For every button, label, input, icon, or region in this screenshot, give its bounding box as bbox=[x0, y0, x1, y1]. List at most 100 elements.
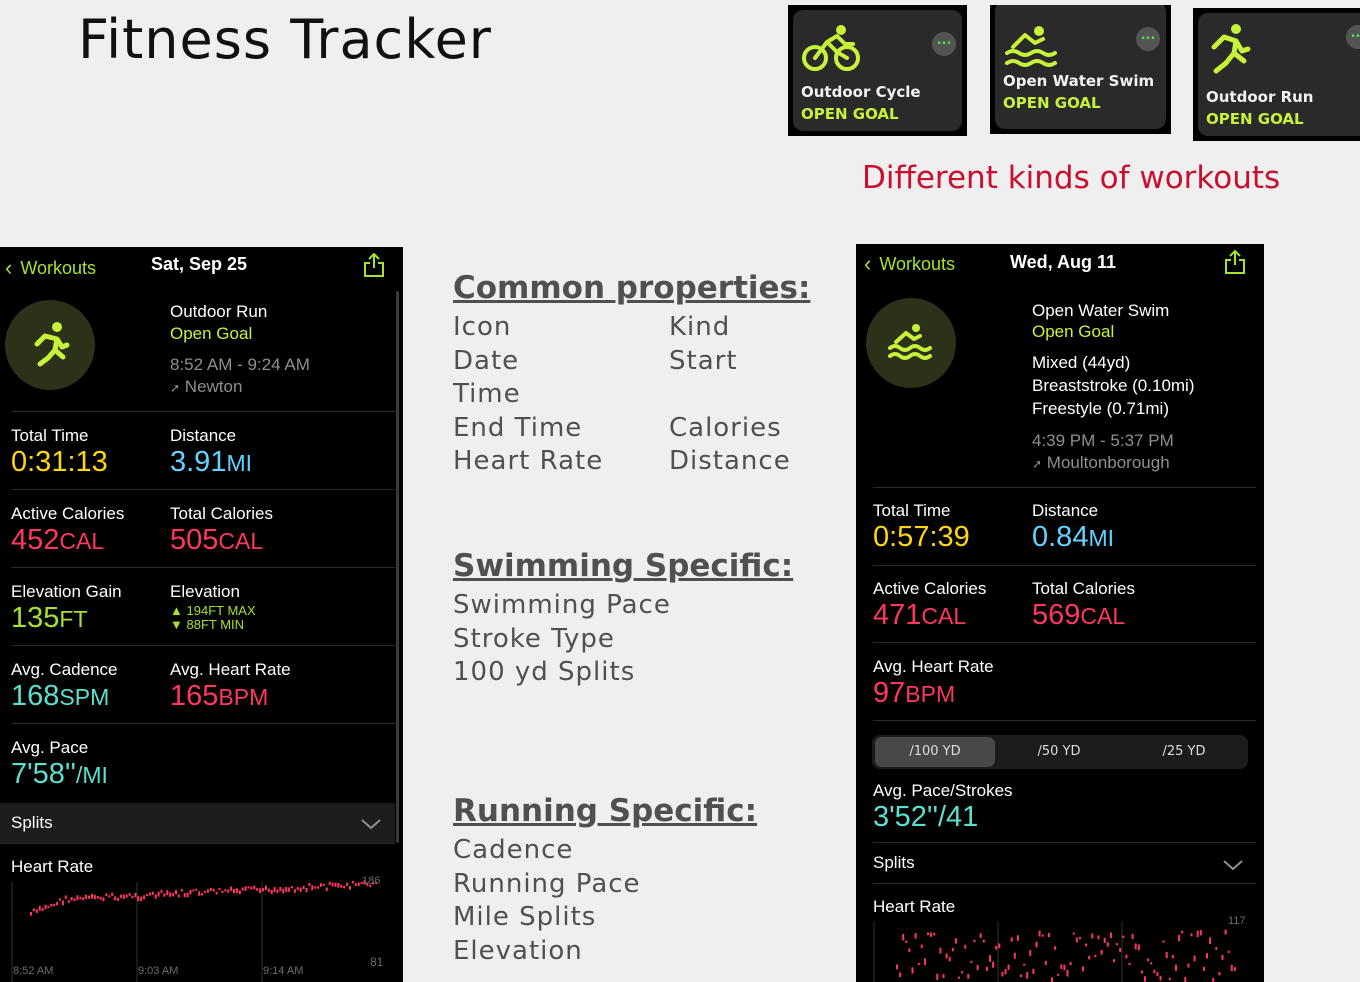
hr-sample bbox=[140, 896, 143, 902]
hr-sample bbox=[908, 948, 911, 952]
hr-sample bbox=[1218, 971, 1221, 976]
hr-sample bbox=[1199, 930, 1202, 936]
hr-sample bbox=[189, 889, 192, 895]
divider bbox=[873, 720, 1256, 721]
hr-sample bbox=[1078, 936, 1081, 940]
hr-sample bbox=[1066, 969, 1069, 977]
more-options-icon[interactable]: ... bbox=[1346, 25, 1360, 49]
hr-sample bbox=[982, 939, 985, 943]
hr-sample bbox=[172, 892, 175, 897]
chevron-down-icon[interactable] bbox=[360, 817, 382, 831]
workout-icon-circle bbox=[5, 300, 95, 390]
distance-number: 3.91 bbox=[170, 446, 227, 478]
hr-sample bbox=[311, 885, 314, 891]
hr-sample bbox=[905, 940, 908, 943]
total-calories-value: 505CAL bbox=[170, 524, 263, 557]
share-icon[interactable] bbox=[362, 252, 386, 278]
watch-tile-open-water-swim[interactable]: ... Open Water Swim OPEN GOAL bbox=[990, 5, 1171, 134]
elevation-min: ▼ 88FT MIN bbox=[170, 617, 244, 632]
elevation-gain-label: Elevation Gain bbox=[11, 582, 122, 601]
workout-date: Wed, Aug 11 bbox=[1010, 252, 1117, 272]
hr-sample bbox=[1134, 943, 1137, 950]
avg-cadence-label: Avg. Cadence bbox=[11, 660, 118, 679]
watch-tile-outdoor-cycle[interactable]: ... Outdoor Cycle OPEN GOAL bbox=[788, 5, 967, 136]
segment-50yd[interactable]: /50 YD bbox=[999, 737, 1119, 767]
hr-sample bbox=[82, 897, 85, 901]
share-icon[interactable] bbox=[1223, 249, 1247, 275]
hr-sample bbox=[1119, 948, 1122, 953]
hr-sample bbox=[954, 938, 957, 944]
avg-heart-rate-unit: BPM bbox=[905, 681, 956, 707]
distance-number: 0.84 bbox=[1032, 521, 1089, 553]
chevron-left-icon: ‹ bbox=[864, 251, 872, 276]
elevation-gain-value: 135FT bbox=[11, 602, 88, 635]
hr-sample bbox=[1125, 954, 1128, 959]
hr-sample bbox=[293, 889, 296, 893]
running-specific-heading: Running Specific: bbox=[453, 793, 758, 829]
hr-sample bbox=[108, 895, 111, 898]
hr-sample bbox=[128, 893, 131, 896]
avg-heart-rate-unit: BPM bbox=[218, 684, 269, 710]
avg-cadence-value: 168SPM bbox=[11, 680, 109, 713]
hr-sample bbox=[1159, 975, 1162, 981]
back-button[interactable]: ‹ Workouts bbox=[864, 250, 955, 276]
hr-sample bbox=[317, 886, 320, 889]
common-property-item: Heart Rate bbox=[453, 446, 604, 476]
elevation-min-text: 88FT MIN bbox=[186, 617, 245, 632]
hr-sample bbox=[349, 885, 351, 890]
hr-sample bbox=[1094, 954, 1097, 958]
hr-sample bbox=[351, 880, 354, 884]
hr-sample bbox=[186, 892, 189, 898]
hr-sample bbox=[1091, 933, 1094, 939]
divider bbox=[11, 645, 395, 646]
hr-sample bbox=[134, 892, 137, 898]
hr-sample bbox=[1047, 933, 1050, 938]
location-label: Moultonborough bbox=[1046, 453, 1170, 472]
hr-sample bbox=[131, 895, 134, 899]
scrollbar[interactable] bbox=[396, 291, 399, 843]
watch-tile-outdoor-run[interactable]: ... Outdoor Run OPEN GOAL bbox=[1193, 8, 1360, 141]
divider bbox=[11, 567, 395, 568]
hr-sample bbox=[291, 886, 293, 889]
hr-sample bbox=[218, 888, 221, 891]
hr-sample bbox=[337, 882, 340, 888]
segment-100yd[interactable]: /100 YD bbox=[875, 737, 995, 767]
more-options-icon[interactable]: ... bbox=[1136, 27, 1160, 51]
common-property-item: Date bbox=[453, 345, 520, 376]
avg-pace-strokes-value: 3'52''/41 bbox=[873, 801, 979, 833]
workout-location: ➚ Moultonborough bbox=[1032, 453, 1170, 473]
more-options-icon[interactable]: ... bbox=[932, 32, 956, 56]
hr-sample bbox=[282, 888, 285, 894]
hr-sample bbox=[41, 907, 44, 912]
hr-sample bbox=[1184, 977, 1187, 982]
hr-time-label: 8:52 AM bbox=[13, 965, 54, 977]
hr-sample bbox=[951, 947, 954, 952]
hr-sample bbox=[1106, 942, 1109, 947]
hr-sample bbox=[175, 890, 177, 895]
hr-sample bbox=[285, 887, 288, 892]
segment-25yd[interactable]: /25 YD bbox=[1124, 737, 1244, 767]
splits-row[interactable] bbox=[0, 803, 395, 843]
hr-sample bbox=[204, 890, 206, 893]
hr-sample bbox=[1023, 963, 1026, 966]
divider bbox=[11, 489, 395, 490]
chevron-down-icon[interactable] bbox=[1222, 858, 1244, 872]
hr-sample bbox=[1001, 971, 1004, 977]
hr-time-label: 9:03 AM bbox=[138, 965, 179, 977]
hr-sample bbox=[923, 958, 926, 966]
hr-sample bbox=[1144, 976, 1146, 982]
split-length-segmented-control: /100 YD /50 YD /25 YD bbox=[872, 735, 1248, 769]
heart-rate-samples bbox=[30, 880, 378, 916]
avg-heart-rate-number: 97 bbox=[873, 677, 906, 709]
back-button[interactable]: ‹ Workouts bbox=[5, 254, 96, 280]
elevation-max: ▲ 194FT MAX bbox=[170, 603, 256, 618]
hr-sample bbox=[241, 887, 244, 891]
hr-sample bbox=[927, 932, 929, 936]
hr-sample bbox=[61, 900, 64, 906]
hr-sample bbox=[235, 888, 238, 894]
common-property-item: Kind bbox=[669, 312, 731, 342]
cycling-icon bbox=[802, 25, 860, 71]
hr-sample bbox=[1137, 944, 1140, 951]
hr-sample bbox=[920, 944, 923, 949]
total-calories-value: 569CAL bbox=[1032, 599, 1125, 632]
